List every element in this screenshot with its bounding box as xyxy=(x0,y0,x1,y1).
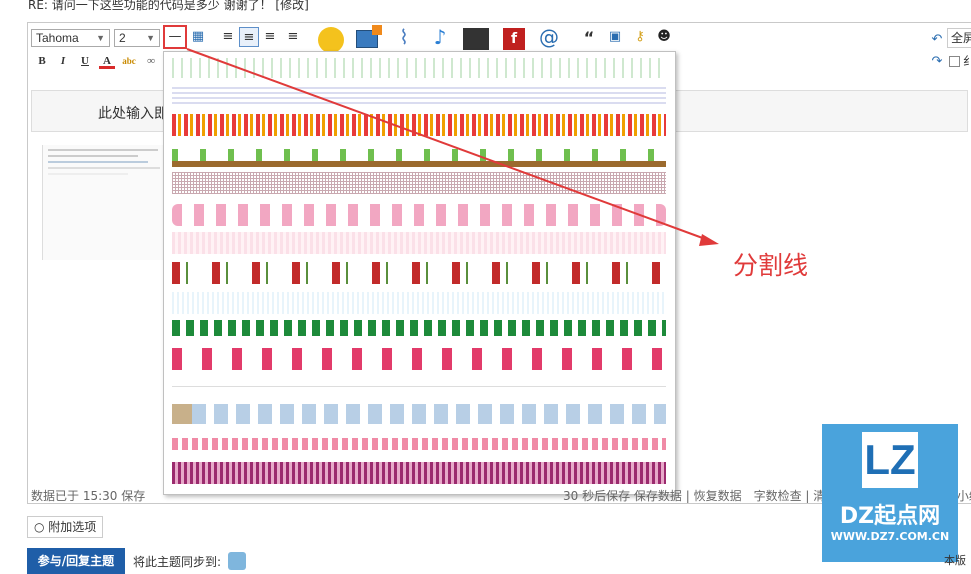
sync-weibo-icon[interactable] xyxy=(228,552,246,570)
annotation-label: 分割线 xyxy=(733,251,809,280)
site-logo: LZ DZ起点网 WWW.DZ7.COM.CN xyxy=(822,424,958,562)
autosave-status: 数据已于 15:30 保存 xyxy=(31,489,146,503)
sync-label: 将此主题同步到: xyxy=(133,555,222,569)
corner-label: 本版 xyxy=(944,554,966,567)
logo-url: WWW.DZ7.COM.CN xyxy=(830,530,950,543)
attach-options-button[interactable]: ○ 附加选项 xyxy=(27,516,103,538)
logo-mark: LZ xyxy=(864,436,916,483)
attach-label: 附加选项 xyxy=(48,520,97,534)
submit-reply-button[interactable]: 参与/回复主题 xyxy=(27,548,125,574)
logo-brand: DZ起点网 xyxy=(839,504,941,529)
radio-icon: ○ xyxy=(34,520,49,534)
